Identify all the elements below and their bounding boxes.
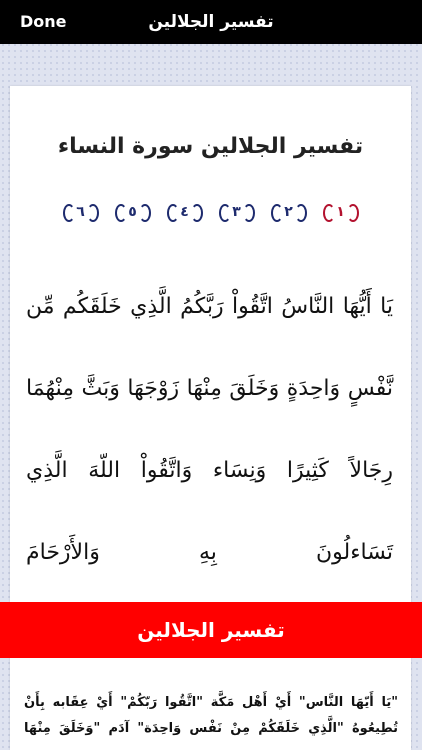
page-title: تفسير الجلالين — [148, 12, 274, 32]
verse-nav: ١ ٢ ٣ ٤ ٥ ٦ — [10, 198, 411, 228]
verse-button-4[interactable]: ٤ — [163, 198, 207, 226]
surah-title: تفسير الجلالين سورة النساء — [57, 134, 364, 159]
verse-button-3[interactable]: ٣ — [215, 198, 259, 226]
verse-button-2[interactable]: ٢ — [267, 198, 311, 226]
top-bar: Done تفسير الجلالين — [0, 0, 422, 44]
tafsir-header-bar[interactable]: تفسير الجلالين — [0, 602, 422, 658]
tafsir-text: "يَا أَيّهَا النَّاس" أَيْ أَهْل مَكَّة … — [24, 695, 398, 736]
verse-button-5[interactable]: ٥ — [111, 198, 155, 226]
verse-text: يَا أَيُّهَا النَّاسُ اتَّقُواْ رَبَّكُم… — [26, 294, 393, 565]
verse-button-1[interactable]: ١ — [319, 198, 363, 226]
verse-button-6[interactable]: ٦ — [59, 198, 103, 226]
